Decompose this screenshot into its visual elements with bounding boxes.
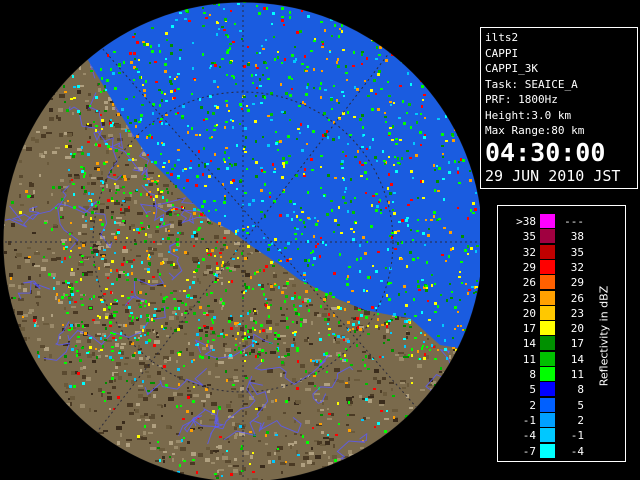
legend-lower-bound: -7 [522, 444, 536, 458]
legend-upper-bound: -4 [570, 444, 584, 458]
legend-lower-bound: >38 [516, 215, 536, 228]
legend-upper-bound: 20 [570, 322, 584, 336]
legend-upper-bound: 2 [577, 413, 584, 427]
legend-swatch [540, 397, 555, 412]
legend-swatch [540, 367, 555, 381]
legend-upper-bound: 23 [570, 306, 584, 320]
legend-lower-bound: 11 [522, 352, 536, 366]
color-legend: >38 --- 35 38 32 35 29 32 26 29 23 26 20 23 17 20 14 17 11… [497, 205, 626, 462]
legend-row: >38 --- [498, 214, 625, 229]
legend-upper-bound: 32 [570, 260, 584, 274]
legend-row: -7 -4 [498, 443, 625, 459]
height-value: Height:3.0 km [485, 108, 572, 122]
legend-upper-bound: 5 [577, 398, 584, 412]
observation-time: 04:30:00 [485, 137, 606, 167]
legend-swatch [540, 382, 555, 397]
legend-title: Reflectivity in dBZ [597, 285, 611, 387]
legend-swatch [540, 428, 555, 443]
legend-row: 25 [498, 397, 625, 413]
prf-value: PRF: 1800Hz [485, 93, 558, 106]
legend-lower-bound: -1 [522, 413, 536, 427]
legend-lower-bound: 26 [522, 276, 536, 290]
legend-swatch [540, 443, 555, 458]
legend-swatch [540, 305, 555, 320]
legend-upper-bound: -1 [570, 429, 584, 443]
legend-upper-bound: 29 [570, 276, 584, 290]
legend-lower-bound: 29 [522, 260, 536, 274]
legend-upper-bound: 14 [570, 352, 584, 366]
product-id: CAPPI_3K [485, 62, 538, 75]
legend-lower-bound: 8 [529, 368, 536, 381]
legend-lower-bound: 35 [522, 230, 536, 244]
task-name: Task: SEAICE_A [485, 77, 578, 91]
site-name: ilts2 [485, 31, 519, 44]
legend-upper-bound: 35 [570, 245, 584, 259]
legend-swatch [540, 214, 555, 228]
legend-upper-bound: 26 [570, 291, 584, 305]
max-range-value: Max Range:80 km [485, 124, 585, 137]
legend-lower-bound: -4 [522, 429, 536, 443]
legend-upper-bound: 17 [570, 337, 584, 351]
legend-swatch [540, 290, 555, 305]
radar-display: ilts2 CAPPI CAPPI_3K Task: SEAICE_A PRF:… [0, 0, 640, 480]
legend-lower-bound: 2 [529, 398, 536, 412]
legend-upper-bound: --- [564, 215, 584, 228]
legend-upper-bound: 11 [570, 368, 584, 381]
legend-lower-bound: 5 [529, 383, 536, 397]
legend-swatch [540, 412, 555, 427]
legend-upper-bound: 38 [570, 230, 584, 244]
legend-lower-bound: 20 [522, 306, 536, 320]
legend-lower-bound: 23 [522, 291, 536, 305]
legend-swatch [540, 229, 555, 244]
legend-swatch [540, 244, 555, 259]
product-info-panel: ilts2 CAPPI CAPPI_3K Task: SEAICE_A PRF:… [480, 27, 638, 189]
legend-swatch [540, 259, 555, 274]
product-type: CAPPI [485, 46, 519, 60]
legend-swatch [540, 321, 555, 336]
legend-swatch [540, 351, 555, 366]
legend-row: 29 32 [498, 259, 625, 275]
legend-swatch [540, 336, 555, 351]
observation-date: 29 JUN 2010 JST [485, 166, 621, 185]
legend-lower-bound: 14 [522, 337, 536, 351]
legend-row: -4 -1 [498, 428, 625, 443]
legend-row: 35 38 [498, 229, 625, 244]
legend-lower-bound: 17 [522, 322, 536, 336]
legend-swatch [540, 275, 555, 290]
legend-upper-bound: 8 [577, 383, 584, 397]
legend-lower-bound: 32 [522, 245, 536, 259]
legend-row: -1 2 [498, 412, 625, 428]
legend-row: 32 35 [498, 244, 625, 260]
